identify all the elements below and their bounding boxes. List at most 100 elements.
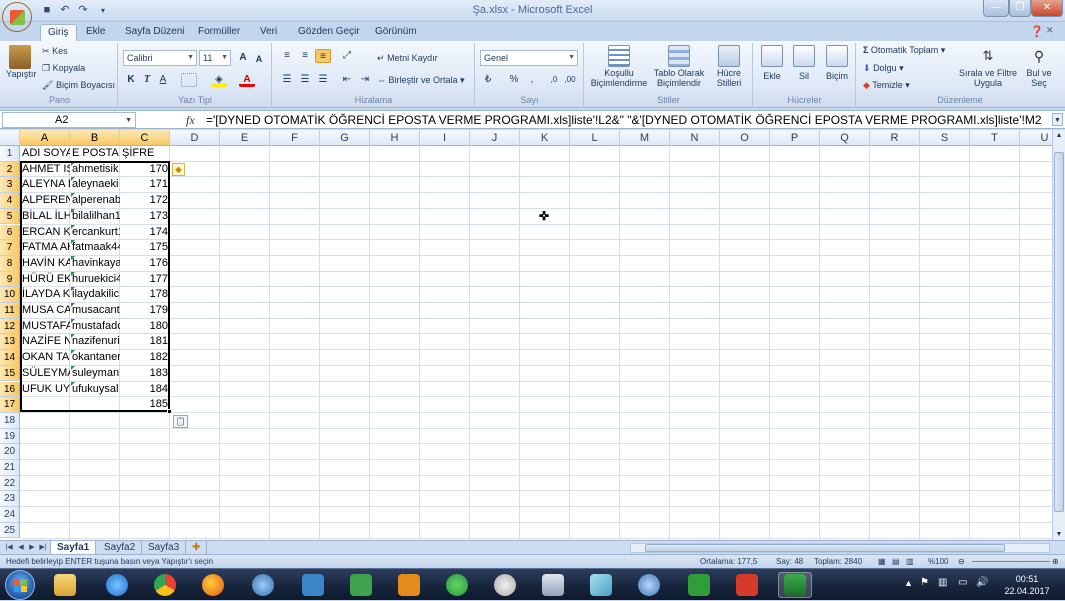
name-cell[interactable] xyxy=(20,397,70,412)
percent-icon[interactable]: % xyxy=(506,73,522,87)
taskbar-uptodown[interactable] xyxy=(440,572,474,598)
column-header-k[interactable]: K xyxy=(520,130,570,146)
merge-center-button[interactable]: ⇔ Birleştir ve Ortala ▾ xyxy=(377,75,465,86)
close-button[interactable]: ✕ xyxy=(1031,0,1063,17)
taskbar-excel[interactable] xyxy=(778,572,812,598)
tab-home[interactable]: Giriş xyxy=(40,24,77,42)
cell-styles-button[interactable]: Hücre Stilleri xyxy=(707,45,751,88)
prev-sheet-icon[interactable]: ◀ xyxy=(16,542,26,554)
column-header-u[interactable]: U xyxy=(1020,130,1052,146)
cut-button[interactable]: ✂ Kes xyxy=(42,46,68,57)
taskbar-app1[interactable] xyxy=(246,572,280,598)
network-tray-icon[interactable]: ▥ xyxy=(938,577,947,588)
password-cell[interactable]: 181 xyxy=(120,334,170,349)
taskbar-ie[interactable] xyxy=(100,572,134,598)
fill-button[interactable]: ⬇ Dolgu ▾ xyxy=(863,63,904,74)
bold-icon[interactable]: K xyxy=(123,73,139,87)
page-break-view-icon[interactable]: ▥ xyxy=(906,555,914,568)
column-header-d[interactable]: D xyxy=(170,130,220,146)
taskbar-explorer[interactable] xyxy=(48,572,82,598)
row-header-7[interactable]: 7 xyxy=(0,240,20,256)
password-cell[interactable]: 179 xyxy=(120,303,170,318)
email-cell[interactable]: havinkaya xyxy=(70,256,120,271)
name-cell[interactable]: ERCAN KURT xyxy=(20,225,70,240)
align-center-icon[interactable]: ☰ xyxy=(297,73,313,87)
taskbar-paint[interactable] xyxy=(488,572,522,598)
sheet-tab-sayfa2[interactable]: Sayfa2 xyxy=(98,541,143,555)
tab-formulas[interactable]: Formüller xyxy=(191,24,247,42)
scroll-up-icon[interactable]: ▲ xyxy=(1054,132,1064,139)
wrap-text-button[interactable]: ↵ Metni Kaydır xyxy=(377,53,438,64)
format-cells-button[interactable]: Biçim xyxy=(822,45,852,81)
thousands-separator-icon[interactable]: , xyxy=(524,73,540,87)
font-color-icon[interactable]: A xyxy=(239,73,255,87)
name-box[interactable]: A2 ▼ xyxy=(2,112,136,128)
name-cell[interactable]: HÜRÜ EKİCİ xyxy=(20,272,70,287)
format-as-table-button[interactable]: Tablo Olarak Biçimlendir xyxy=(651,45,707,88)
align-top-icon[interactable]: ≡ xyxy=(279,49,295,63)
taskbar-camtasia-green[interactable] xyxy=(682,572,716,598)
taskbar-calculator[interactable] xyxy=(536,572,570,598)
underline-icon[interactable]: A xyxy=(155,73,171,87)
orientation-icon[interactable]: ⤢ xyxy=(339,49,355,63)
name-cell[interactable]: HAVİN KAYA xyxy=(20,256,70,271)
battery-icon[interactable]: ▭ xyxy=(958,577,967,588)
tray-expand-icon[interactable]: ▲ xyxy=(904,578,913,588)
sheet-tab-sayfa1[interactable]: Sayfa1 xyxy=(50,541,97,555)
row-header-5[interactable]: 5 xyxy=(0,208,20,225)
email-cell[interactable]: huruekici4 xyxy=(70,272,120,287)
number-format-dropdown[interactable]: Genel ▼ xyxy=(480,50,578,66)
row-header-1[interactable]: 1 xyxy=(0,146,20,162)
start-button[interactable] xyxy=(5,570,35,600)
row-header-18[interactable]: 18 xyxy=(0,412,20,429)
password-cell[interactable]: 172 xyxy=(120,193,170,208)
column-header-s[interactable]: S xyxy=(920,130,970,146)
email-cell[interactable]: fatmaak44 xyxy=(70,240,120,255)
taskbar-app3[interactable] xyxy=(344,572,378,598)
column-header-o[interactable]: O xyxy=(720,130,770,146)
row-header-6[interactable]: 6 xyxy=(0,224,20,241)
row-header-11[interactable]: 11 xyxy=(0,303,20,319)
name-cell[interactable]: MUSTAFA AD xyxy=(20,319,70,334)
insert-function-icon[interactable]: fx xyxy=(186,113,195,128)
shrink-font-icon[interactable]: A xyxy=(251,52,267,66)
column-header-t[interactable]: T xyxy=(970,130,1020,146)
align-middle-icon[interactable]: ≡ xyxy=(297,49,313,63)
autosum-button[interactable]: Σ Otomatik Toplam ▾ xyxy=(863,45,945,56)
password-cell[interactable]: 174 xyxy=(120,225,170,240)
zoom-in-icon[interactable]: ⊕ xyxy=(1052,555,1059,568)
select-all-corner[interactable] xyxy=(0,130,20,146)
horizontal-scrollbar[interactable] xyxy=(630,543,1050,553)
help-icon[interactable]: ❓ xyxy=(1030,25,1044,38)
row-header-21[interactable]: 21 xyxy=(0,460,20,476)
minimize-button[interactable]: — xyxy=(983,0,1009,17)
column-header-a[interactable]: A xyxy=(20,130,70,146)
delete-cells-button[interactable]: Sil xyxy=(790,45,818,81)
normal-view-icon[interactable]: ▦ xyxy=(878,555,886,568)
format-painter-button[interactable]: 🖌 Biçim Boyacısı xyxy=(42,80,115,91)
row-header-19[interactable]: 19 xyxy=(0,428,20,445)
name-cell[interactable]: SÜLEYMAN xyxy=(20,366,70,381)
email-cell[interactable]: ufukuysal xyxy=(70,382,120,397)
column-header-l[interactable]: L xyxy=(570,130,620,146)
row-header-24[interactable]: 24 xyxy=(0,507,20,523)
borders-icon[interactable] xyxy=(181,73,197,87)
zoom-level[interactable]: %100 xyxy=(928,555,948,568)
password-cell[interactable]: 171 xyxy=(120,177,170,192)
currency-icon[interactable]: ₺ xyxy=(480,73,496,87)
zoom-slider[interactable] xyxy=(972,561,1050,562)
maximize-button[interactable]: ❐ xyxy=(1009,0,1031,17)
taskbar-app4[interactable] xyxy=(632,572,666,598)
password-cell[interactable]: 182 xyxy=(120,350,170,365)
password-cell[interactable]: 184 xyxy=(120,382,170,397)
insert-sheet-icon[interactable]: ✚ xyxy=(186,541,208,555)
clear-button[interactable]: ◆ Temizle ▾ xyxy=(863,80,910,91)
taskbar-firefox[interactable] xyxy=(196,572,230,598)
horizontal-scroll-thumb[interactable] xyxy=(645,544,1005,552)
name-cell[interactable]: UFUK UYSAL xyxy=(20,382,70,397)
spreadsheet-grid[interactable]: A B C D E F G H I J K L M N O P Q R S T U 1 2 3 4 5 6 7 8 9 10 11 12 13 14… xyxy=(0,130,1052,540)
password-cell[interactable]: 177 xyxy=(120,272,170,287)
column-header-b[interactable]: B xyxy=(70,130,120,146)
password-cell[interactable]: 185 xyxy=(120,397,170,412)
name-cell[interactable]: MUSA CANTÜRK xyxy=(20,303,70,318)
